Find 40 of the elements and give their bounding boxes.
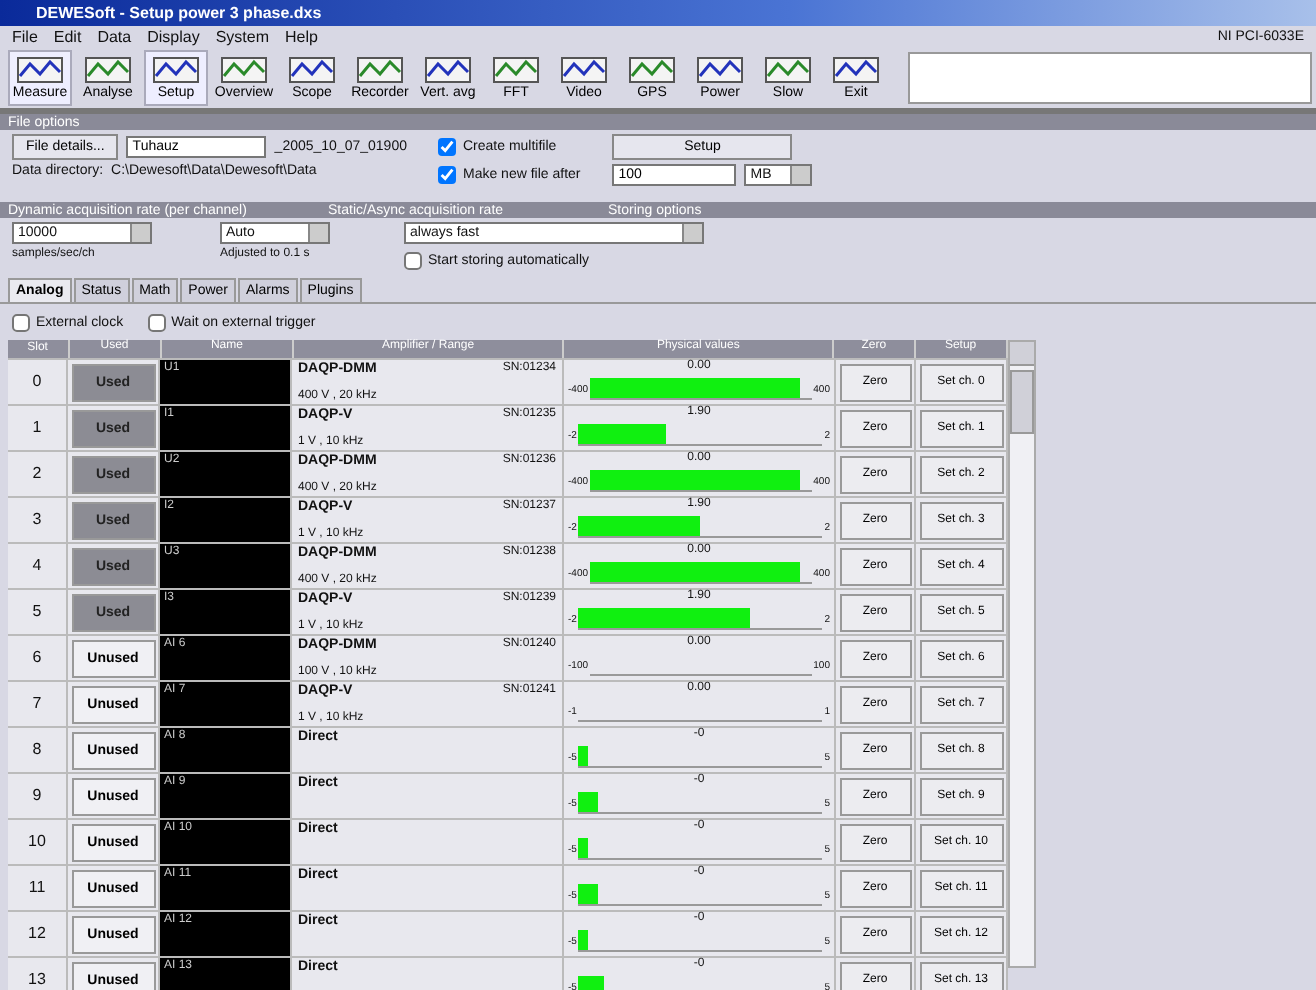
chart-icon (16, 56, 64, 84)
menu-item[interactable]: Display (147, 28, 200, 46)
menu-item[interactable]: Help (285, 28, 318, 46)
row-number: 6 (8, 636, 68, 680)
row-number: 3 (8, 498, 68, 542)
chart-icon (220, 56, 268, 84)
checkbox[interactable] (12, 313, 30, 331)
row-number: 0 (8, 360, 68, 404)
row-number: 8 (8, 728, 68, 772)
chart-icon (424, 56, 472, 84)
scrollbar[interactable] (1008, 340, 1036, 968)
checkbox[interactable] (438, 165, 457, 183)
chart-icon (288, 56, 336, 84)
checkbox[interactable] (404, 251, 422, 269)
chart-icon (764, 56, 812, 84)
checkbox[interactable] (147, 313, 166, 331)
window-title: DEWESoft - Setup power 3 phase.dxs (36, 4, 322, 22)
chart-icon (356, 56, 404, 84)
row-number: 9 (8, 774, 68, 818)
menu-item[interactable]: Data (97, 28, 132, 46)
row-number: 4 (8, 544, 68, 588)
row-number: 13 (8, 958, 68, 990)
menu-item[interactable]: File (12, 28, 38, 46)
chart-icon (152, 56, 200, 84)
row-number: 1 (8, 406, 68, 450)
row-number: 7 (8, 682, 68, 726)
menu-item[interactable]: System (215, 28, 269, 46)
row-number: 10 (8, 820, 68, 864)
chart-icon (84, 56, 132, 84)
row-number: 11 (8, 866, 68, 910)
row-number: 12 (8, 912, 68, 956)
checkbox[interactable] (438, 137, 457, 155)
chart-icon (492, 56, 540, 84)
chart-icon (832, 56, 880, 84)
chart-icon (696, 56, 744, 84)
chart-icon (560, 56, 608, 84)
chart-icon (628, 56, 676, 84)
row-number: 5 (8, 590, 68, 634)
menu-item[interactable]: Edit (53, 28, 82, 46)
row-number: 2 (8, 452, 68, 496)
